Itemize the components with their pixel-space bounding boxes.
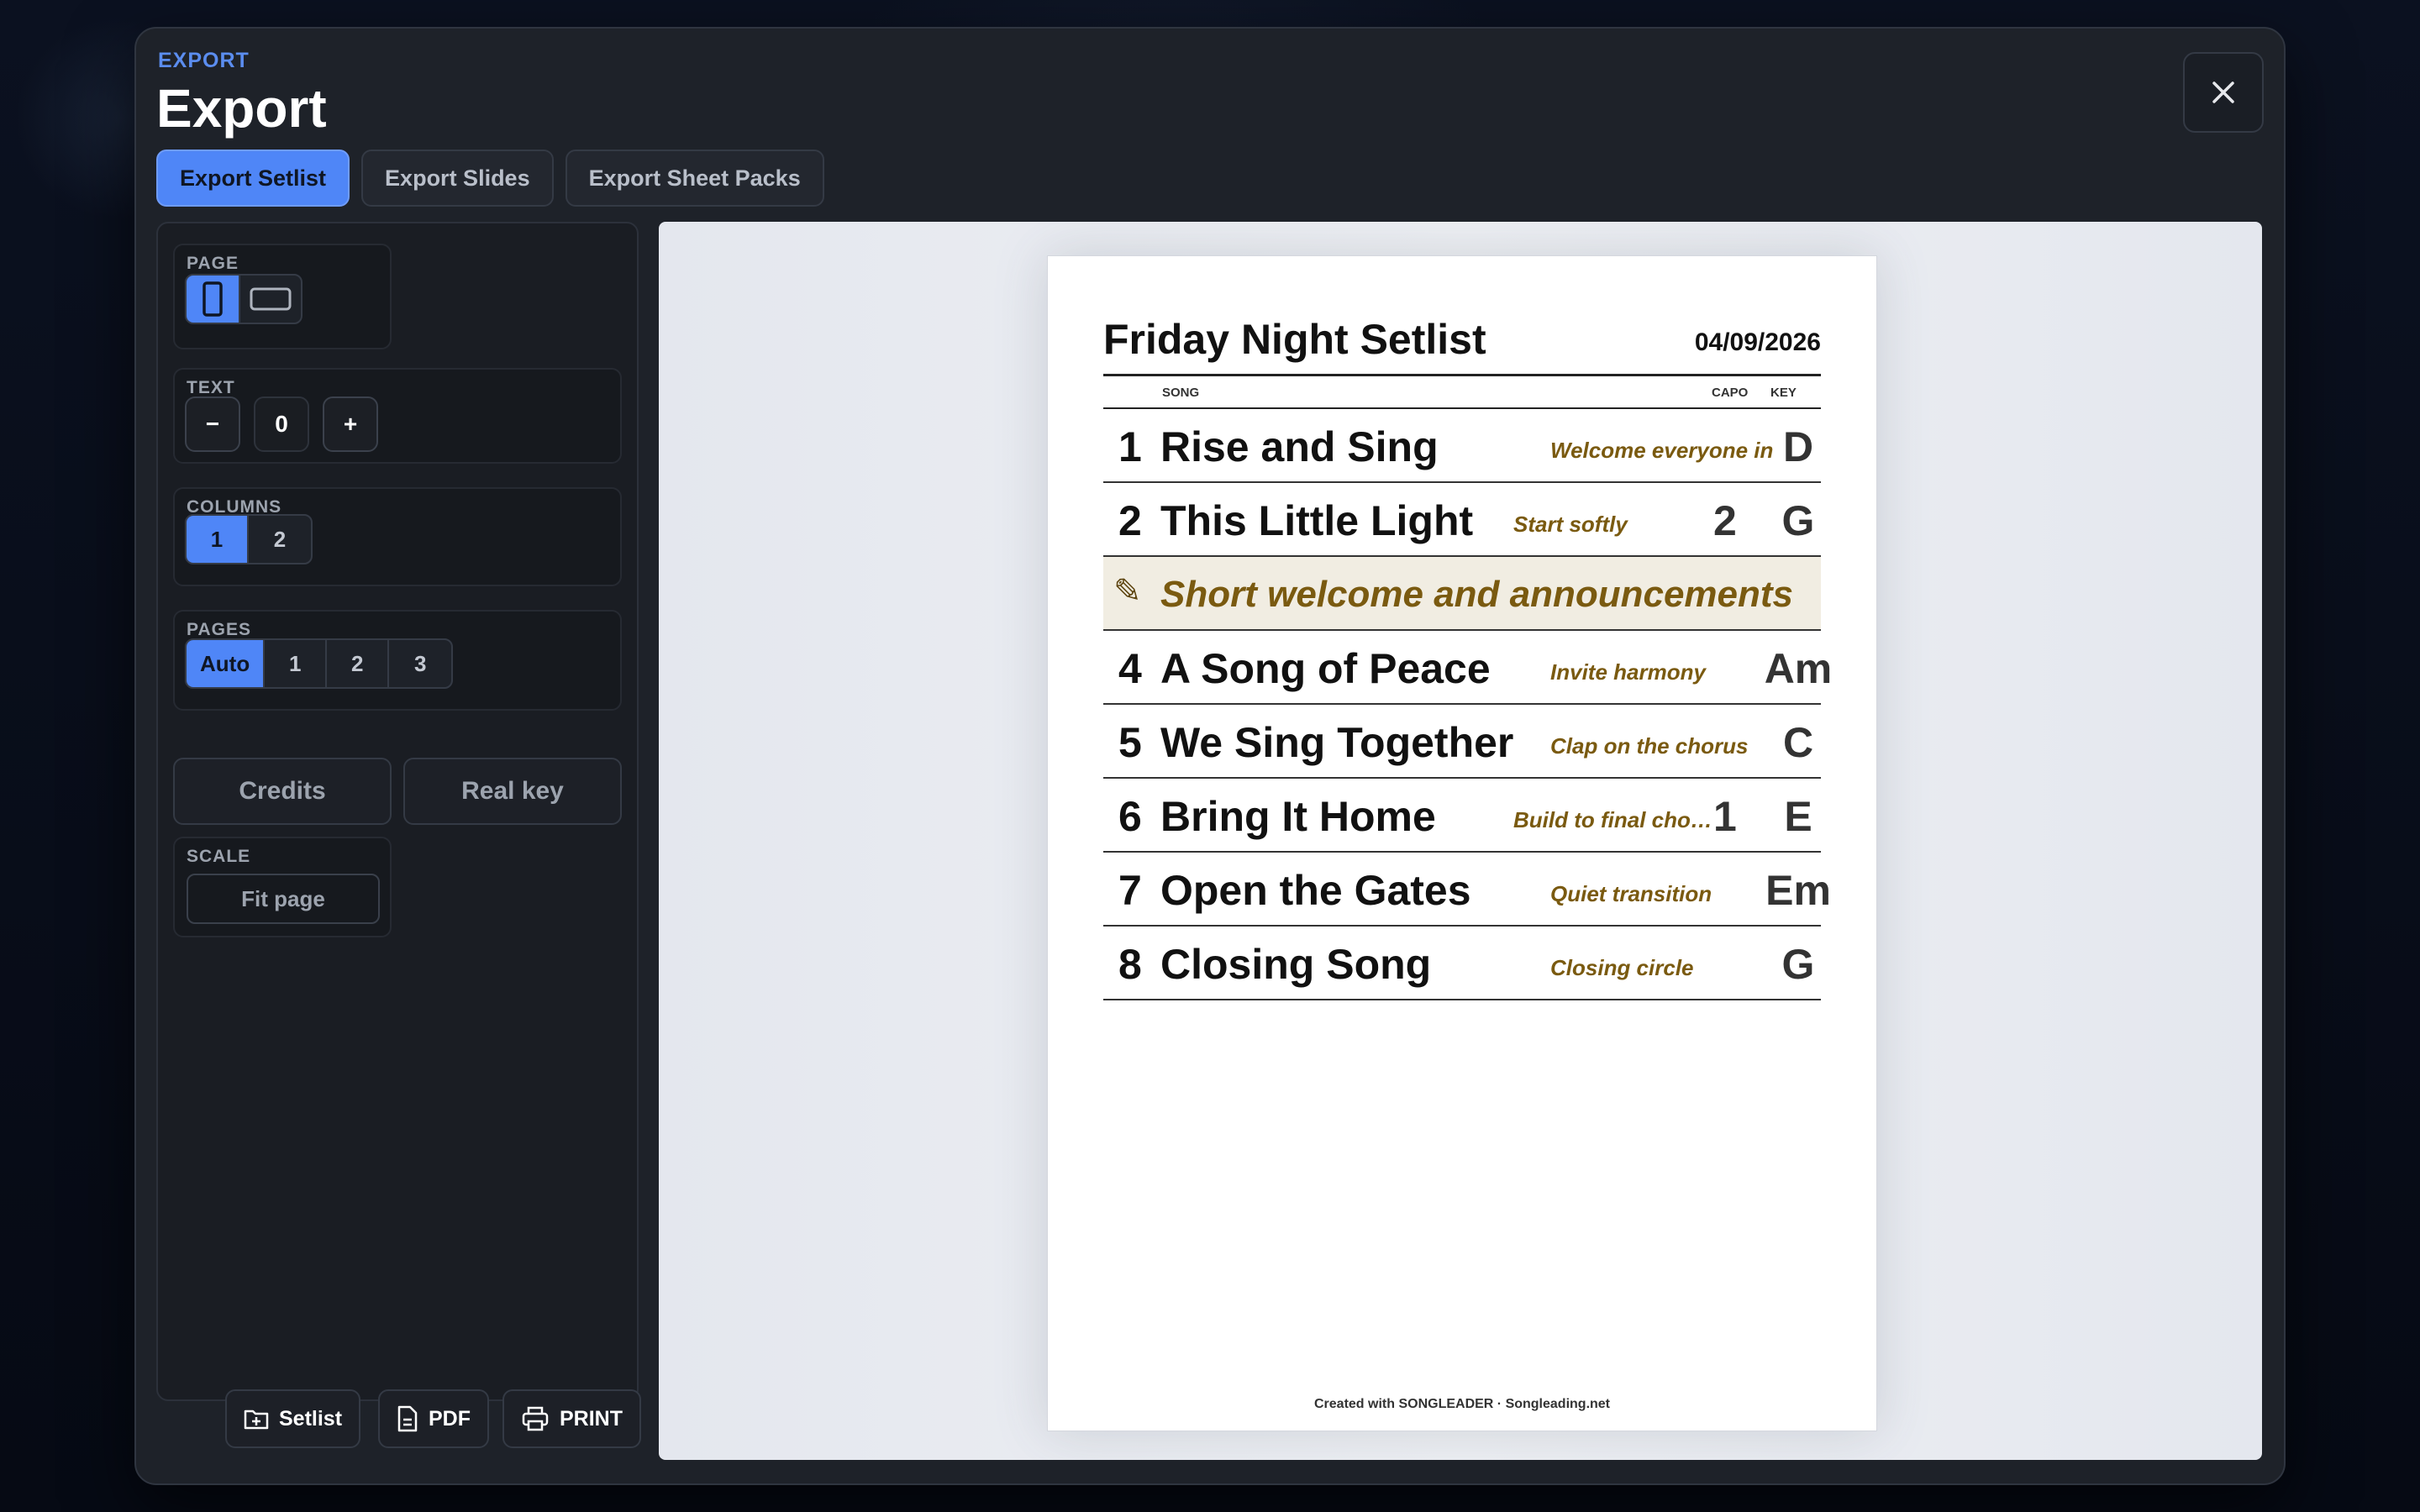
close-button[interactable] (2183, 52, 2264, 133)
preview-page: Friday Night Setlist 04/09/2026 SONG CAP… (1047, 255, 1877, 1431)
page-orientation-toggle (185, 274, 302, 324)
preview-footer-credit: Created with SONGLEADER · Songleading.ne… (1313, 1397, 1611, 1411)
song-capo: 1 (1713, 793, 1737, 840)
real-key-toggle[interactable]: Real key (403, 758, 622, 825)
setlist-note-row: ✎ Short welcome and announcements (1103, 557, 1821, 631)
song-capo: 2 (1713, 497, 1737, 544)
song-title: A Song of Peace (1160, 645, 1491, 692)
setlist-button-label: Setlist (279, 1406, 343, 1431)
setlist-row: 6 Bring It Home Build to final cho… 1 E (1103, 779, 1821, 853)
setlist-row: 7 Open the Gates Quiet transition Em (1103, 853, 1831, 927)
pages-option-2[interactable]: 2 (327, 640, 390, 687)
song-title: Open the Gates (1160, 867, 1471, 914)
portrait-icon (203, 281, 223, 317)
columns-option-1[interactable]: 1 (187, 516, 249, 563)
song-note: Clap on the chorus (1550, 733, 1749, 759)
scale-group: SCALE Fit page (173, 837, 392, 937)
song-number: 5 (1118, 719, 1142, 766)
setlist-row: 8 Closing Song Closing circle G (1103, 927, 1821, 1000)
song-column-header: SONG (1162, 386, 1200, 400)
capo-column-header: CAPO (1712, 386, 1749, 400)
song-key: Am (1764, 645, 1833, 692)
columns-group: COLUMNS 1 2 (173, 487, 622, 586)
pencil-icon: ✎ (1113, 573, 1142, 610)
setlist-title: Friday Night Setlist (1103, 316, 1486, 363)
song-title: Bring It Home (1160, 793, 1436, 840)
song-number: 2 (1118, 497, 1142, 544)
setlist-date: 04/09/2026 (1694, 328, 1821, 356)
save-setlist-button[interactable]: Setlist (225, 1389, 361, 1448)
song-title: Rise and Sing (1160, 423, 1439, 470)
song-key: D (1782, 423, 1814, 470)
song-key: G (1781, 497, 1815, 544)
song-note: Welcome everyone in (1550, 438, 1774, 463)
dialog-title: Export (156, 78, 327, 139)
song-title: We Sing Together (1160, 719, 1514, 766)
setlist-row: 5 We Sing Together Clap on the chorus C (1103, 705, 1821, 779)
setlist-preview: Friday Night Setlist 04/09/2026 SONG CAP… (659, 222, 2262, 1460)
song-title: This Little Light (1160, 497, 1474, 544)
song-number: 7 (1118, 867, 1142, 914)
increase-text-button[interactable]: + (323, 396, 378, 452)
tab-export-slides[interactable]: Export Slides (361, 150, 554, 207)
columns-option-2[interactable]: 2 (249, 516, 311, 563)
text-size-value: 0 (254, 396, 309, 452)
decrease-text-button[interactable]: − (185, 396, 240, 452)
page-group: PAGE (173, 244, 392, 349)
pages-toggle: Auto 1 2 3 (185, 638, 454, 689)
tab-export-sheet-packs[interactable]: Export Sheet Packs (565, 150, 824, 207)
dialog-eyebrow: EXPORT (158, 49, 250, 72)
song-title: Closing Song (1160, 941, 1432, 988)
tab-export-setlist[interactable]: Export Setlist (156, 150, 350, 207)
print-button-label: PRINT (560, 1406, 623, 1431)
landscape-icon (250, 287, 292, 311)
printer-icon (522, 1406, 549, 1431)
pages-label: PAGES (187, 620, 251, 639)
pages-option-1[interactable]: 1 (265, 640, 328, 687)
setlist-row: 2 This Little Light Start softly 2 G (1103, 483, 1821, 557)
key-column-header: KEY (1770, 386, 1797, 400)
song-note: Closing circle (1550, 955, 1694, 980)
pdf-button-label: PDF (429, 1406, 471, 1431)
song-note: Start softly (1513, 512, 1628, 537)
text-size-group: TEXT − 0 + (173, 368, 622, 464)
setlist-row: 4 A Song of Peace Invite harmony Am (1103, 631, 1832, 705)
portrait-option[interactable] (187, 276, 240, 323)
note-row-text: Short welcome and announcements (1160, 574, 1794, 615)
page-label: PAGE (187, 254, 239, 273)
pages-group: PAGES Auto 1 2 3 (173, 610, 622, 711)
folder-plus-icon (244, 1410, 269, 1430)
export-tabs: Export Setlist Export Slides Export Shee… (156, 150, 824, 207)
pages-option-3[interactable]: 3 (389, 640, 451, 687)
song-number: 6 (1118, 793, 1142, 840)
credits-toggle[interactable]: Credits (173, 758, 392, 825)
fit-page-button[interactable]: Fit page (187, 874, 380, 924)
print-button[interactable]: PRINT (502, 1389, 641, 1448)
pdf-button[interactable]: PDF (378, 1389, 489, 1448)
song-note: Build to final cho… (1513, 807, 1712, 832)
document-icon (397, 1405, 418, 1432)
options-sidebar: PAGE TEXT − 0 + COLUMNS 1 2 PAGES Auto 1… (156, 222, 639, 1401)
export-dialog: EXPORT Export Export Setlist Export Slid… (134, 27, 2286, 1485)
song-number: 4 (1118, 645, 1142, 692)
plus-icon: + (343, 411, 358, 437)
columns-toggle: 1 2 (185, 514, 313, 564)
landscape-option[interactable] (240, 276, 301, 323)
song-key: C (1782, 719, 1814, 766)
setlist-row: 1 Rise and Sing Welcome everyone in D (1103, 409, 1821, 483)
song-number: 1 (1118, 423, 1142, 470)
song-note: Quiet transition (1550, 881, 1712, 906)
scale-label: SCALE (187, 847, 251, 866)
header-rule (1103, 374, 1821, 376)
text-label: TEXT (187, 378, 235, 397)
song-key: Em (1765, 867, 1831, 914)
minus-icon: − (205, 411, 220, 437)
song-key: G (1781, 941, 1815, 988)
close-icon (2212, 81, 2234, 103)
pages-option-auto[interactable]: Auto (187, 640, 266, 687)
song-note: Invite harmony (1550, 659, 1706, 685)
song-number: 8 (1118, 941, 1142, 988)
song-key: E (1784, 793, 1812, 840)
